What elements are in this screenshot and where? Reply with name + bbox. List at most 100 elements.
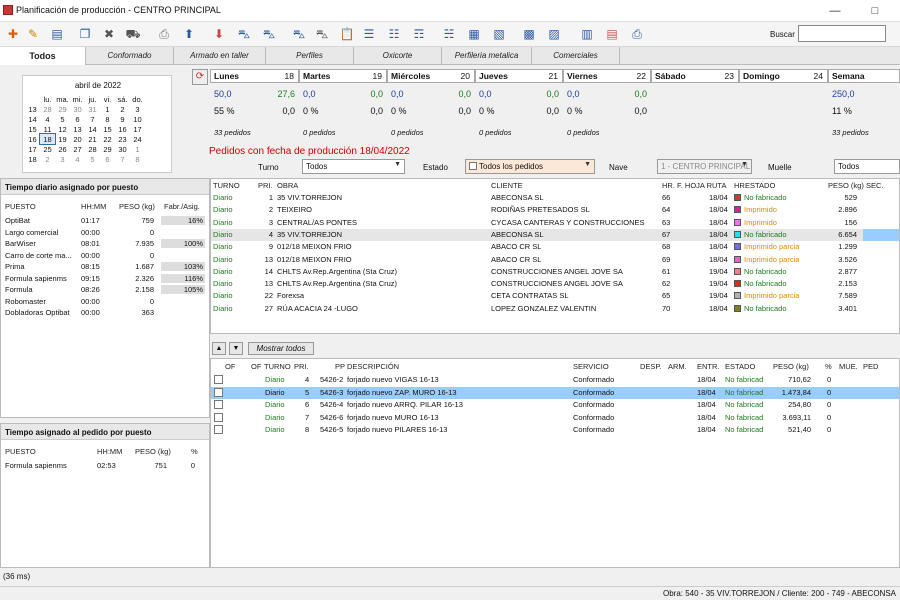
grid-alt-button[interactable]: ▨	[545, 25, 563, 43]
calendar-day[interactable]: 7	[85, 114, 100, 124]
calendar-day[interactable]: 31	[85, 104, 100, 114]
orders-col-header[interactable]: ESTADO	[745, 181, 775, 190]
calendar-day[interactable]: 3	[130, 104, 145, 114]
copy-button[interactable]: ❐	[76, 25, 94, 43]
calendar-day[interactable]: 15	[100, 124, 115, 134]
table-row[interactable]: Diario 13 012/18 MEIXON FRIO ABACO CR SL 69 1…	[211, 254, 899, 266]
orders-col-header[interactable]: OBRA	[277, 181, 298, 190]
month-calendar[interactable]: abril de 2022 lu. ma. mi. ju. vi. sá. do. 13 28 2…	[22, 75, 172, 173]
day-header-3[interactable]: Jueves 21	[475, 69, 563, 83]
calendar-day[interactable]: 28	[85, 144, 100, 154]
report-print-button[interactable]: ⎙	[628, 25, 646, 43]
up-button[interactable]: ⬆	[180, 25, 198, 43]
lines-col-header[interactable]: ESTADO	[725, 362, 755, 371]
calendar-day[interactable]: 17	[130, 124, 145, 134]
table-row[interactable]: Diario 3 CENTRAL/AS PONTES CYCASA CANTERAS …	[211, 217, 899, 229]
orders-col-header[interactable]: TURNO	[213, 181, 240, 190]
calendar-day[interactable]: 6	[100, 154, 115, 164]
calendar-day[interactable]: 18	[39, 133, 56, 145]
edit-button[interactable]: ✎	[24, 25, 42, 43]
list-copy-button[interactable]: ☶	[410, 25, 428, 43]
order-lines-table[interactable]: OF OF TURNO PRI. PP DESCRIPCIÓN SERVICIO DESP. A…	[210, 358, 900, 568]
calendar-day[interactable]: 5	[85, 154, 100, 164]
tab-oxicorte[interactable]: Oxicorte	[354, 47, 442, 65]
calendar-day[interactable]: 2	[40, 154, 55, 164]
table-row[interactable]: Carro de corte ma... 00:00 0	[1, 250, 209, 262]
row-checkbox[interactable]	[214, 400, 223, 410]
clipboard-button[interactable]: 📋	[338, 25, 356, 43]
minimize-button[interactable]: —	[820, 2, 850, 20]
lines-col-header[interactable]: ENTR.	[697, 362, 720, 371]
table-row[interactable]: Dobladoras Optibat 00:00 363	[1, 307, 209, 319]
day-header-6[interactable]: Domingo 24	[739, 69, 828, 83]
orders-col-header[interactable]: PRI.	[258, 181, 273, 190]
add-button[interactable]: ✚	[4, 25, 22, 43]
delete-button[interactable]: ✖	[100, 25, 118, 43]
lines-col-header[interactable]: TURNO	[264, 362, 291, 371]
row-checkbox[interactable]	[214, 387, 223, 397]
table-row[interactable]: Diario 5 5426-3 forjado nuevo ZAP. MURO 16-…	[211, 386, 899, 399]
row-checkbox[interactable]	[214, 425, 223, 435]
calendar-day[interactable]: 24	[130, 134, 145, 144]
calendar-day[interactable]: 30	[70, 104, 85, 114]
row-checkbox[interactable]	[214, 375, 223, 384]
list-button[interactable]: ☰	[360, 25, 378, 43]
table-row[interactable]: Largo comercial 00:00 0	[1, 227, 209, 239]
lines-col-header[interactable]: %	[825, 362, 832, 371]
turno-select[interactable]: Todos ▼	[302, 159, 405, 174]
calendar-day[interactable]: 5	[55, 114, 70, 124]
muelle-select[interactable]: Todos	[834, 159, 900, 174]
car-button[interactable]: ⛍	[313, 25, 331, 43]
orders-col-header[interactable]: SEC.	[866, 181, 884, 190]
orders-col-header[interactable]: PESO (kg)	[828, 181, 864, 190]
move-up-button[interactable]: ▲	[212, 342, 226, 355]
calendar-day[interactable]: 10	[130, 114, 145, 124]
show-all-button[interactable]: Mostrar todos	[248, 342, 314, 355]
calendar-day[interactable]: 14	[85, 124, 100, 134]
lines-col-header[interactable]: PED	[863, 362, 878, 371]
calendar-day[interactable]: 30	[115, 144, 130, 154]
print-button[interactable]: ⎙	[155, 25, 173, 43]
calendar-day[interactable]: 29	[100, 144, 115, 154]
search-input[interactable]	[798, 25, 886, 42]
day-header-1[interactable]: Martes 19	[299, 69, 387, 83]
orders-table[interactable]: TURNO PRI. OBRA CLIENTE HR. F. HOJA RUTA HR. ES…	[210, 178, 900, 334]
day-header-5[interactable]: Sábado 23	[651, 69, 739, 83]
lines-col-header[interactable]: OF	[251, 362, 261, 371]
car-remove-button[interactable]: ⛍	[260, 25, 278, 43]
list-new-button[interactable]: ☵	[440, 25, 458, 43]
lines-col-header[interactable]: MUE.	[839, 362, 858, 371]
calendar-day[interactable]: 26	[55, 144, 70, 154]
table-row[interactable]: Diario 7 5426-6 forjado nuevo MURO 16-13 Con…	[211, 412, 899, 424]
calendar-day[interactable]: 21	[85, 134, 100, 144]
calendar-day[interactable]: 7	[115, 154, 130, 164]
refresh-button[interactable]: ⟳	[192, 69, 208, 85]
tab-armado-en-taller[interactable]: Armado en taller	[174, 47, 266, 65]
calendar-day[interactable]: 25	[40, 144, 55, 154]
car-cut-button[interactable]: ⛍	[290, 25, 308, 43]
orders-col-header[interactable]: F. HOJA RUTA	[677, 181, 726, 190]
truck-button[interactable]: ⛟	[124, 25, 142, 43]
grid-button[interactable]: ▩	[520, 25, 538, 43]
calendar-day[interactable]: 23	[115, 134, 130, 144]
table-row[interactable]: Diario 2 TEIXEIRO RODIÑAS PRETESADOS SL 64 18…	[211, 204, 899, 216]
table-row[interactable]: Diario 14 CHLTS Av.Rep.Argentina (Sta Cruz…	[211, 266, 899, 278]
tab-perfileria-metalica[interactable]: Perfileria metalica	[442, 47, 532, 65]
lines-col-header[interactable]: SERVICIO	[573, 362, 609, 371]
calendar-day[interactable]: 29	[55, 104, 70, 114]
table-row[interactable]: Prima 08:15 1.687 103%	[1, 261, 209, 273]
calendar-day[interactable]: 6	[70, 114, 85, 124]
list-edit-button[interactable]: ☷	[385, 25, 403, 43]
tab-conformado[interactable]: Conformado	[86, 47, 174, 65]
calendar-day[interactable]: 19	[55, 134, 70, 144]
table-row[interactable]: Diario 9 012/18 MEIXON FRIO ABACO CR SL 68 18…	[211, 241, 899, 253]
tab-todos[interactable]: Todos	[0, 47, 86, 65]
lines-col-header[interactable]: PP	[335, 362, 345, 371]
table-row[interactable]: BarWiser 08:01 7.935 100%	[1, 238, 209, 250]
estado-select[interactable]: Todos los pedidos ▼	[465, 159, 595, 174]
calendar-day[interactable]: 2	[115, 104, 130, 114]
nave-select[interactable]: 1 - CENTRO PRINCIPAL ▼	[657, 159, 752, 174]
calendar-day[interactable]: 1	[100, 104, 115, 114]
day-header-0[interactable]: Lunes 18	[210, 69, 299, 83]
calendar-day[interactable]: 4	[40, 114, 55, 124]
